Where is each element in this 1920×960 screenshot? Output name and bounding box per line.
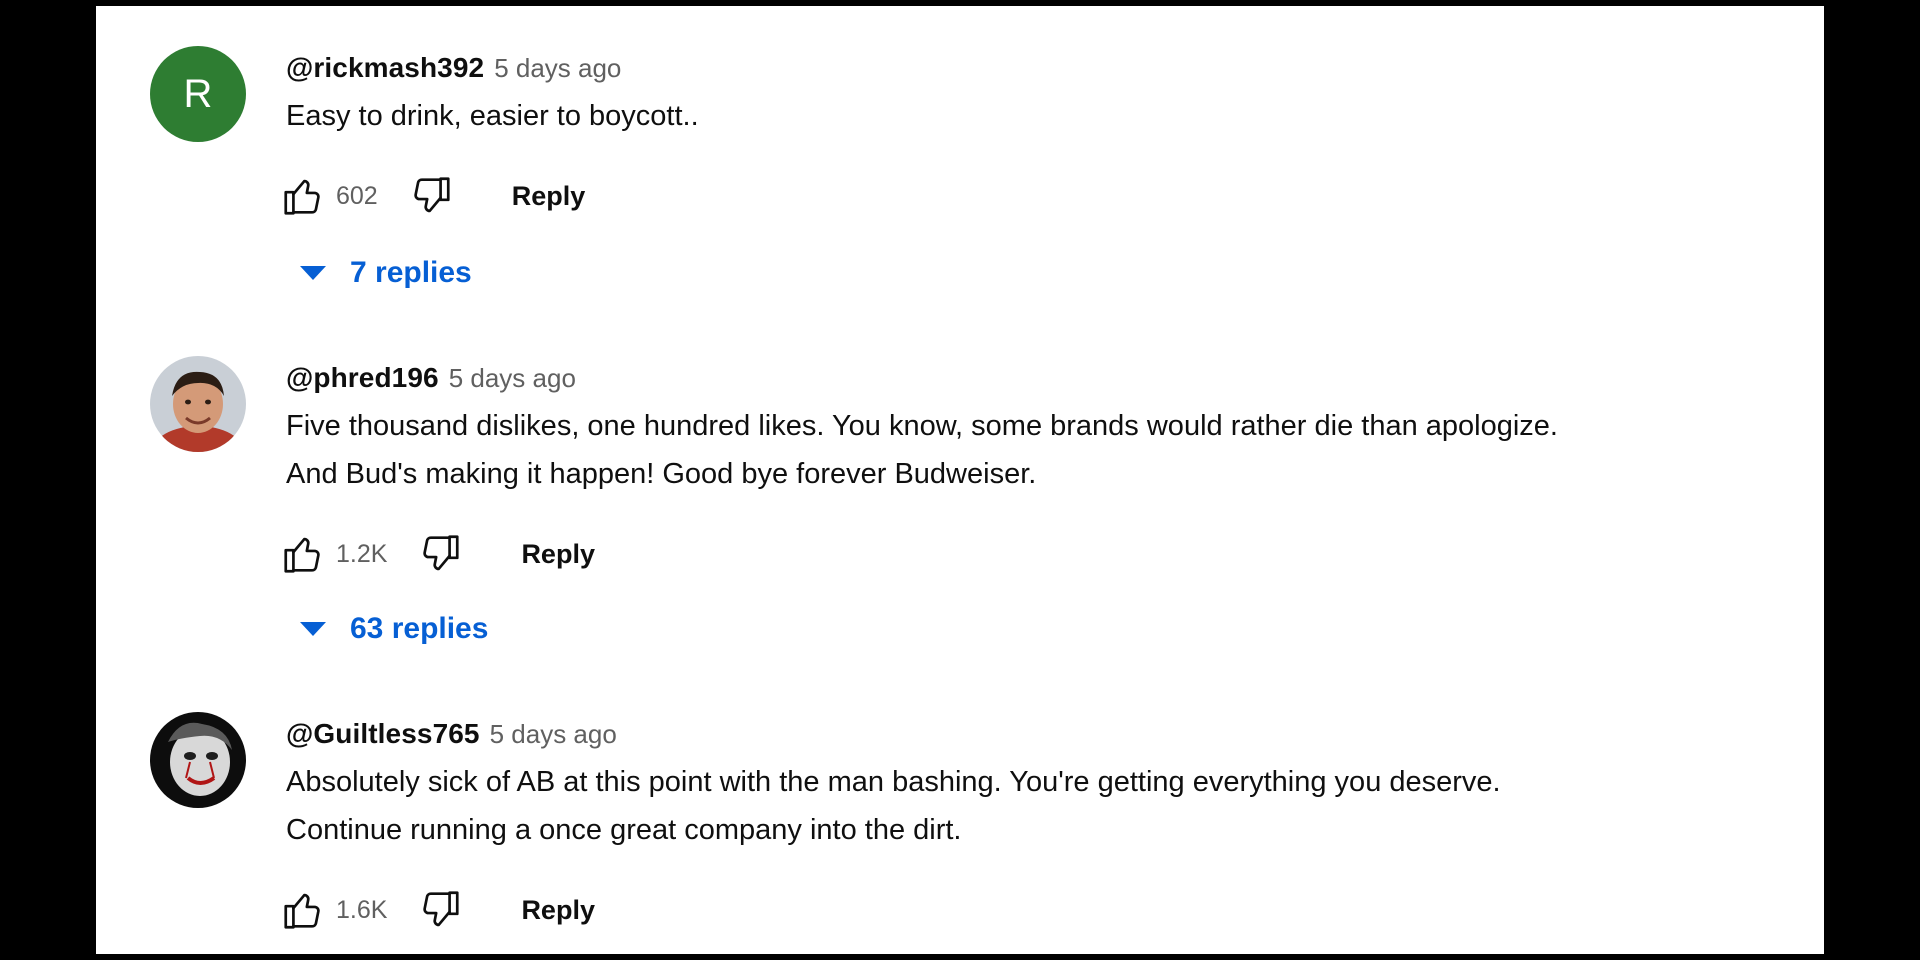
comment-text-line: And Bud's making it happen! Good bye for… — [286, 458, 1037, 490]
comment-text-line: Five thousand dislikes, one hundred like… — [286, 410, 1558, 442]
dislike-button[interactable] — [417, 887, 463, 933]
comment-time[interactable]: 5 days ago — [494, 53, 621, 84]
thumbs-down-icon — [423, 891, 460, 927]
like-button[interactable] — [280, 173, 326, 219]
avatar[interactable] — [150, 356, 246, 452]
dislike-button[interactable] — [417, 531, 463, 577]
comment-author[interactable]: @phred196 — [286, 362, 439, 394]
comment-author[interactable]: @rickmash392 — [286, 52, 484, 84]
avatar-photo — [150, 712, 246, 808]
comments-panel: R @rickmash392 5 days ago Easy to drink,… — [96, 6, 1824, 954]
thumbs-up-icon — [284, 893, 320, 929]
reply-button[interactable]: Reply — [521, 539, 595, 570]
like-count: 1.6K — [336, 895, 388, 924]
thumbs-up-icon — [284, 537, 320, 573]
comment-actions: 602 Reply — [280, 172, 585, 220]
like-button[interactable] — [280, 887, 326, 933]
comment-text: Five thousand dislikes, one hundred like… — [286, 402, 1784, 498]
like-count: 1.2K — [336, 539, 388, 568]
caret-down-icon — [300, 622, 326, 636]
dislike-button[interactable] — [408, 173, 454, 219]
thumbs-down-icon — [414, 177, 450, 213]
comment-header: @phred196 5 days ago — [286, 356, 1784, 400]
comment-text-line: Continue running a once great company in… — [286, 814, 962, 846]
replies-count-label: 63 replies — [350, 612, 489, 645]
reply-button[interactable]: Reply — [512, 181, 586, 212]
comment-header: @Guiltless765 5 days ago — [286, 712, 1784, 756]
comment-actions: 1.6K Reply — [280, 886, 595, 934]
comment-time[interactable]: 5 days ago — [490, 719, 617, 750]
caret-down-icon — [300, 266, 326, 280]
like-button[interactable] — [280, 531, 326, 577]
thumbs-down-icon — [423, 535, 460, 571]
comment-text-line: Easy to drink, easier to boycott.. — [286, 100, 699, 132]
replies-count-label: 7 replies — [350, 256, 472, 289]
avatar-letter: R — [183, 71, 213, 116]
comment-text: Absolutely sick of AB at this point with… — [286, 758, 1784, 854]
like-count: 602 — [336, 181, 378, 210]
comment-body: @Guiltless765 5 days ago Absolutely sick… — [286, 712, 1784, 854]
view-replies-button[interactable]: 63 replies — [300, 606, 488, 652]
comment-time[interactable]: 5 days ago — [449, 363, 576, 394]
view-replies-button[interactable]: 7 replies — [300, 250, 472, 296]
comment-text: Easy to drink, easier to boycott.. — [286, 92, 1784, 140]
comment-body: @phred196 5 days ago Five thousand disli… — [286, 356, 1784, 498]
comment-header: @rickmash392 5 days ago — [286, 46, 1784, 90]
thumbs-up-icon — [284, 179, 320, 215]
avatar[interactable]: R — [150, 46, 246, 142]
avatar-photo — [150, 356, 246, 452]
comment-text-line: Absolutely sick of AB at this point with… — [286, 766, 1501, 798]
avatar[interactable] — [150, 712, 246, 808]
reply-button[interactable]: Reply — [521, 895, 595, 926]
comment-actions: 1.2K Reply — [280, 530, 595, 578]
comment-body: @rickmash392 5 days ago Easy to drink, e… — [286, 46, 1784, 140]
comment-author[interactable]: @Guiltless765 — [286, 718, 480, 750]
